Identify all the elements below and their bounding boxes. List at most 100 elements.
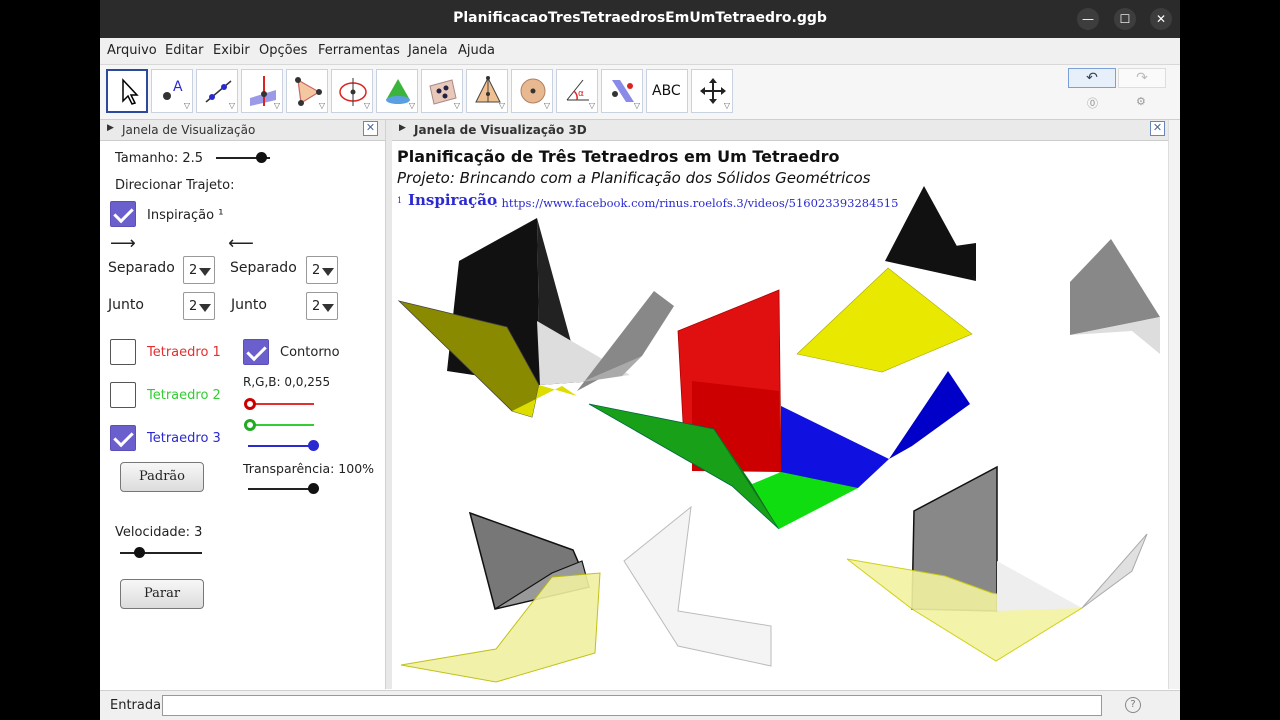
help-icon[interactable]: ⓪ [1087, 95, 1098, 111]
title-bar: PlanificacaoTresTetraedrosEmUmTetraedro.… [100, 0, 1180, 38]
padrao-button[interactable]: Padrão [120, 462, 204, 492]
minimize-button[interactable]: — [1077, 8, 1099, 30]
parar-button[interactable]: Parar [120, 579, 204, 609]
inspiracao-checkbox[interactable] [110, 201, 136, 227]
redo-button[interactable]: ↷ [1118, 68, 1166, 88]
junto-label-1: Junto [108, 297, 144, 313]
arrow-left-icon: ⟵ [228, 233, 254, 254]
menu-arquivo[interactable]: Arquivo [107, 43, 157, 58]
circle-tool[interactable]: ▽ [331, 69, 373, 113]
view3d-header: ▶ Janela de Visualização 3D ✕ [392, 120, 1168, 141]
net-shape-bottomleft [400, 511, 601, 683]
rgb-label: R,G,B: 0,0,255 [243, 375, 331, 389]
menu-janela[interactable]: Janela [408, 43, 448, 58]
pyramid-tool[interactable]: ▽ [376, 69, 418, 113]
inspiracao-label: Inspiração ¹ [147, 208, 224, 223]
green-slider[interactable] [248, 424, 314, 426]
move-tool[interactable] [106, 69, 148, 113]
transparencia-label: Transparência: 100% [243, 461, 375, 476]
tamanho-label: Tamanho: 2.5 [115, 151, 204, 166]
velocidade-slider-knob[interactable] [134, 547, 145, 558]
text-tool-label: ABC [652, 83, 681, 99]
dropdown-arrow-icon [199, 304, 211, 312]
tetraedro3-checkbox[interactable] [110, 425, 136, 451]
cursor-arrow-icon [122, 78, 139, 105]
input-bar: Entrada: ? [100, 690, 1180, 720]
input-help-icon[interactable]: ? [1125, 697, 1141, 713]
perpendicular-tool[interactable]: ▽ [241, 69, 283, 113]
junto-dropdown-1[interactable]: 2 [183, 292, 215, 320]
line-tool[interactable]: ▽ [196, 69, 238, 113]
point-tool[interactable]: A ▽ [151, 69, 193, 113]
green-slider-knob[interactable] [244, 419, 256, 431]
app-window: PlanificacaoTresTetraedrosEmUmTetraedro.… [100, 0, 1180, 720]
undo-button[interactable]: ↶ [1068, 68, 1116, 88]
move-view-tool[interactable]: ▽ [691, 69, 733, 113]
graphics-view: Tamanho: 2.5 Direcionar Trajeto: Inspira… [100, 141, 385, 689]
menu-editar[interactable]: Editar [165, 43, 204, 58]
separado-dropdown-2[interactable]: 2 [306, 256, 338, 284]
svg-text:A: A [173, 79, 183, 95]
blue-slider[interactable] [248, 445, 314, 447]
direcionar-label: Direcionar Trajeto: [115, 178, 235, 193]
separado-dropdown-1[interactable]: 2 [183, 256, 215, 284]
view-resize-strip[interactable] [1168, 120, 1180, 689]
angle-tool[interactable]: α ▽ [556, 69, 598, 113]
junto-dropdown-2[interactable]: 2 [306, 292, 338, 320]
settings-gear-icon[interactable]: ⚙ [1136, 95, 1146, 108]
tetraedro1-checkbox[interactable] [110, 339, 136, 365]
graphics-view-title: Janela de Visualização [122, 123, 256, 137]
plane-tool[interactable]: ▽ [421, 69, 463, 113]
maximize-button[interactable]: ☐ [1114, 8, 1136, 30]
svg-text:α: α [578, 89, 584, 99]
separado-label-1: Separado [108, 260, 175, 276]
text-tool[interactable]: ABC [646, 69, 688, 113]
contorno-label: Contorno [280, 345, 340, 360]
junto-label-2: Junto [231, 297, 267, 313]
net-shape-bottommid [623, 505, 772, 667]
menu-ajuda[interactable]: Ajuda [458, 43, 495, 58]
view3d-title: Janela de Visualização 3D [414, 123, 587, 137]
dropdown-value: 2 [189, 299, 198, 314]
net-shape-topleft [397, 218, 674, 418]
menu-ferramentas[interactable]: Ferramentas [318, 43, 400, 58]
window-title: PlanificacaoTresTetraedrosEmUmTetraedro.… [453, 10, 827, 26]
menu-opcoes[interactable]: Opções [259, 43, 307, 58]
input-field[interactable] [162, 695, 1102, 716]
menu-bar: Arquivo Editar Exibir Opções Ferramentas… [100, 38, 1180, 65]
dropdown-arrow-icon [322, 304, 334, 312]
reflect-tool[interactable]: ▽ [601, 69, 643, 113]
velocidade-slider[interactable] [120, 552, 202, 554]
close-view-button[interactable]: ✕ [363, 121, 378, 136]
blue-slider-knob[interactable] [308, 440, 319, 451]
transparencia-slider[interactable] [248, 488, 314, 490]
dropdown-value: 2 [312, 299, 321, 314]
graphics-view-header: ▶ Janela de Visualização ✕ [100, 120, 385, 141]
red-slider[interactable] [248, 403, 314, 405]
arrow-right-icon: ⟶ [110, 233, 136, 254]
net-tool[interactable]: ▽ [466, 69, 508, 113]
tamanho-slider-knob[interactable] [256, 152, 267, 163]
view3d-canvas[interactable]: Planificação de Três Tetraedros em Um Te… [392, 141, 1168, 689]
red-slider-knob[interactable] [244, 398, 256, 410]
tetraedro2-label: Tetraedro 2 [147, 388, 221, 403]
dropdown-arrow-icon [199, 268, 211, 276]
dropdown-value: 2 [189, 263, 198, 278]
menu-exibir[interactable]: Exibir [213, 43, 250, 58]
velocidade-label: Velocidade: 3 [115, 525, 203, 540]
net-shape-bottomright [846, 465, 1148, 662]
transparencia-slider-knob[interactable] [308, 483, 319, 494]
sphere-tool[interactable]: ▽ [511, 69, 553, 113]
tetraedro2-checkbox[interactable] [110, 382, 136, 408]
close-view3d-button[interactable]: ✕ [1150, 121, 1165, 136]
contorno-checkbox[interactable] [243, 339, 269, 365]
close-button[interactable]: ✕ [1150, 8, 1172, 30]
separado-label-2: Separado [230, 260, 297, 276]
expand-arrow-icon[interactable]: ▶ [399, 123, 406, 133]
dropdown-arrow-icon [322, 268, 334, 276]
expand-arrow-icon[interactable]: ▶ [107, 123, 114, 133]
polygon-tool[interactable]: ▽ [286, 69, 328, 113]
tetraedro1-label: Tetraedro 1 [147, 345, 221, 360]
net-shape-topright [796, 186, 976, 373]
input-label: Entrada: [110, 698, 166, 713]
